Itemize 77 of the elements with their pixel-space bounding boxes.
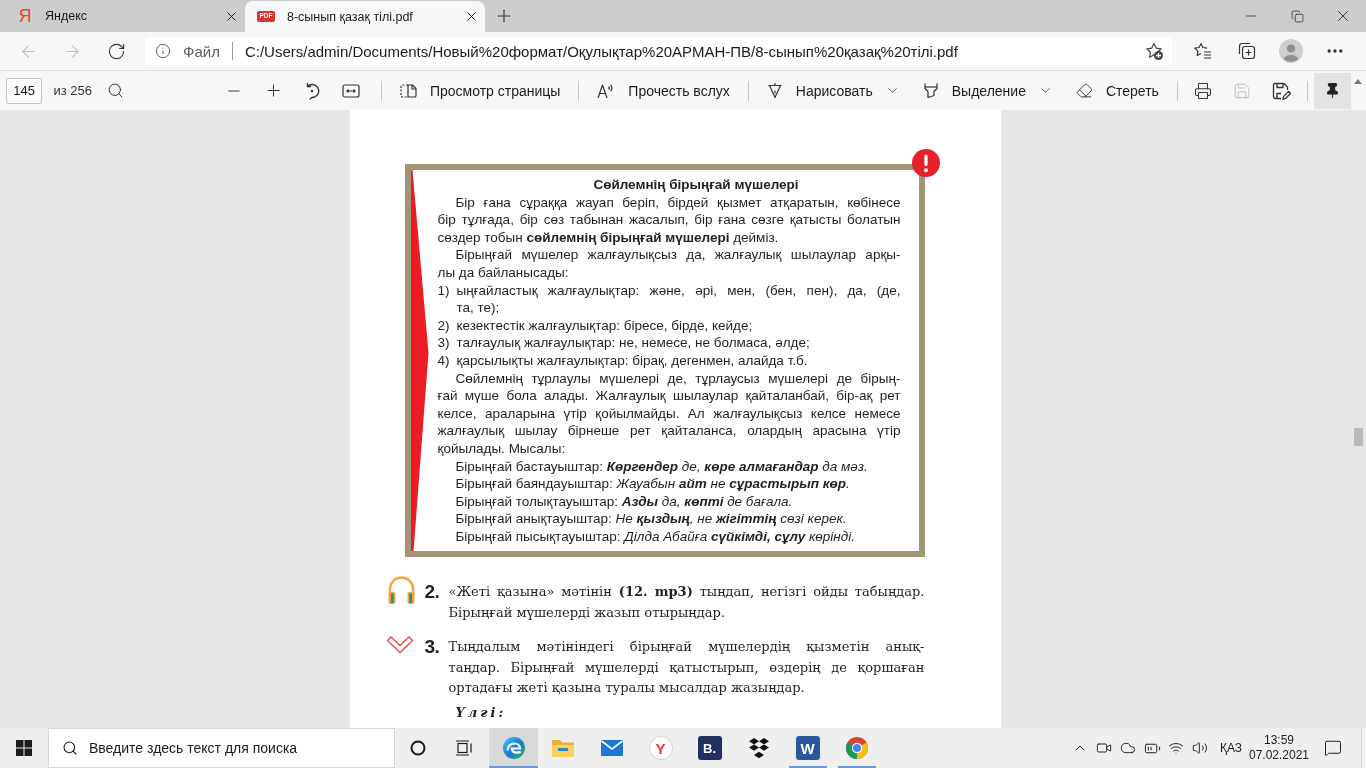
list-item-text: ыңғайластық жалғаулықтар: және, әрі, мен, (бен, пен), да, (де, та, те); bbox=[456, 281, 901, 317]
list-number: 4) bbox=[437, 351, 451, 370]
fit-width-icon[interactable] bbox=[342, 82, 361, 99]
avatar-icon[interactable] bbox=[1279, 39, 1303, 63]
app-logo-tile[interactable]: B. bbox=[697, 736, 722, 760]
clock-time[interactable]: 13:59 bbox=[1264, 733, 1294, 748]
collections-icon[interactable] bbox=[1237, 41, 1257, 61]
windows-logo-icon[interactable] bbox=[16, 740, 32, 756]
list-item-text: талғаулық жалғаулықтар: не, немесе, не болмаса, әлде; bbox=[456, 334, 811, 352]
tricolor-circle-icon[interactable] bbox=[844, 736, 869, 760]
floppy-pen-icon[interactable] bbox=[1271, 81, 1291, 100]
two-pages-icon bbox=[399, 82, 417, 99]
highlighter-icon bbox=[922, 82, 939, 99]
notification-icon[interactable] bbox=[1324, 739, 1342, 757]
scrollbar-thumb[interactable] bbox=[1353, 428, 1363, 446]
list-number: 1) bbox=[437, 281, 451, 300]
read-aloud-button[interactable]: Прочесть вслух bbox=[589, 74, 738, 107]
paragraph: Бір ғана сұраққа жауап беріп, бірдей қызмет атқаратын, көбінесе бір тұлғада, бір сөз табынан жасалып, бір ғана сөзге қатысты болатын сөздер тобын сөйлемнің бірыңғай мүшелері дейміз. bbox=[437, 193, 901, 247]
list-item-text: қарсылықты жалғаулықтар: бірақ, дегенмен, алайда т.б. bbox=[456, 351, 809, 370]
example-line: Бірыңғай бастауыштар: Көргендер де, көре алмағандар да мәз. bbox=[454, 457, 869, 476]
pen-nib-icon bbox=[766, 82, 783, 99]
exercise-text: «Жеті қазына» мәтінін (12. mp3) тыңдап, негізгі ойды табыңдар. Бірыңғай мүшелерді жазып отырыңдар. bbox=[448, 583, 925, 622]
clock-date[interactable]: 07.02.2021 bbox=[1248, 748, 1310, 763]
page-view-button[interactable]: Просмотр страницы bbox=[391, 74, 569, 107]
close-icon[interactable] bbox=[464, 9, 479, 24]
erase-button[interactable]: Стереть bbox=[1067, 74, 1167, 107]
app-logo-tile[interactable]: W bbox=[795, 736, 820, 760]
example-line: Бірыңғай анықтауыштар: Не қыздың, не жігіттің сөзі керек. bbox=[454, 510, 848, 528]
example-line: Бірыңғай пысықтауыштар: Ділда Абайға сүйкімді, сұлу көрінді. bbox=[454, 527, 856, 546]
exercise-number: 3. bbox=[424, 637, 441, 660]
search-icon[interactable] bbox=[107, 82, 125, 99]
cloud-icon[interactable] bbox=[1120, 740, 1136, 756]
diamonds-icon[interactable] bbox=[746, 737, 771, 759]
task-view-icon[interactable] bbox=[455, 740, 473, 756]
refresh-icon[interactable] bbox=[106, 41, 126, 61]
info-icon[interactable] bbox=[155, 43, 171, 59]
favorites-icon[interactable] bbox=[1193, 41, 1213, 61]
list-number: 3) bbox=[437, 334, 451, 352]
page-number-field[interactable]: 145 bbox=[6, 77, 43, 104]
paragraph: Бірыңғай мүшелер жалғаулықсыз да, жалғаулық шылаулар арқы- лы да байланысады: bbox=[437, 246, 901, 282]
printer-icon[interactable] bbox=[1194, 81, 1213, 100]
read-aloud-icon bbox=[597, 82, 616, 99]
taskbar-search-field[interactable]: Введите здесь текст для поиска bbox=[48, 728, 395, 768]
chevron-outline-icon bbox=[385, 635, 414, 655]
video-camera-icon[interactable] bbox=[1096, 740, 1112, 756]
taskbar-app-button[interactable] bbox=[489, 728, 538, 768]
example-line: Бірыңғай баяндауыштар: Жауабын айт не сұрастырып көр. bbox=[454, 475, 851, 493]
url-text: C:/Users/admin/Documents/Новый%20формат/Оқулықтар%20АРМАН-ПВ/8-сынып%20қазақ%20тілі.pdf bbox=[244, 42, 958, 60]
exercise-text: Тыңдалым мәтініндегі бірыңғай мүшелердің қызметін анық- таңдар. Бірыңғай мүшелерді қатыстырып, өздерің де қоршаған ортадағы жеті қазына туралы мысалдар жазыңдар. bbox=[448, 638, 925, 698]
page-count-label: из 256 bbox=[53, 83, 92, 98]
ring-icon[interactable] bbox=[410, 740, 426, 756]
address-field[interactable]: Файл C:/Users/admin/Documents/Новый%20формат/Оқулықтар%20АРМАН-ПВ/8-сынып%20қазақ%20тілі.pdf bbox=[145, 37, 1172, 65]
file-scheme-label: Файл bbox=[183, 42, 220, 60]
language-indicator[interactable]: ҚАЗ bbox=[1212, 728, 1250, 768]
eraser-icon bbox=[1075, 82, 1093, 99]
swirl-logo-icon[interactable] bbox=[501, 736, 526, 760]
scroll-up-arrow-icon[interactable] bbox=[1354, 78, 1363, 84]
exercise-number: 2. bbox=[424, 582, 441, 605]
envelope-icon[interactable] bbox=[599, 738, 624, 758]
star-plus-icon[interactable] bbox=[1144, 41, 1164, 61]
restore-icon[interactable] bbox=[1290, 9, 1304, 23]
list-item-text: кезектестік жалғаулықтар: біресе, бірде, кейде; bbox=[456, 316, 754, 335]
box-title: Сөйлемнің бірыңғай мүшелері bbox=[592, 176, 800, 194]
search-icon bbox=[62, 740, 78, 756]
site-logo-letter: Я bbox=[17, 7, 33, 25]
folder-icon[interactable] bbox=[550, 737, 575, 759]
browser-tab[interactable]: Я Яндекс bbox=[5, 0, 245, 32]
example-line: Бірыңғай толықтауыштар: Азды да, көпті де бағала. bbox=[454, 492, 794, 511]
app-logo-tile[interactable]: Y bbox=[648, 736, 673, 760]
sample-heading: Үлгі: bbox=[455, 704, 508, 721]
highlight-button[interactable]: Выделение bbox=[914, 74, 1034, 107]
draw-button[interactable]: Нарисовать bbox=[758, 74, 881, 107]
paragraph: Сөйлемнің тұрлаулы мүшелері де, тұрлаусыз мүшелері де бірың- ғай мүше бола алады. Жалғаулық шылаулар қайталанбай, бір-ақ рет келсе, араларына үтір қойылмайды. Ал жалғаулықсыз келсе немесе жалғаулық шылау бірнеше рет қайталанса, олардың арасына үтір қойылады. Мысалы: bbox=[437, 369, 901, 458]
pin-button[interactable] bbox=[1313, 72, 1351, 109]
speaker-icon[interactable] bbox=[1192, 740, 1208, 756]
list-number: 2) bbox=[437, 316, 451, 335]
wifi-icon[interactable] bbox=[1168, 740, 1184, 756]
